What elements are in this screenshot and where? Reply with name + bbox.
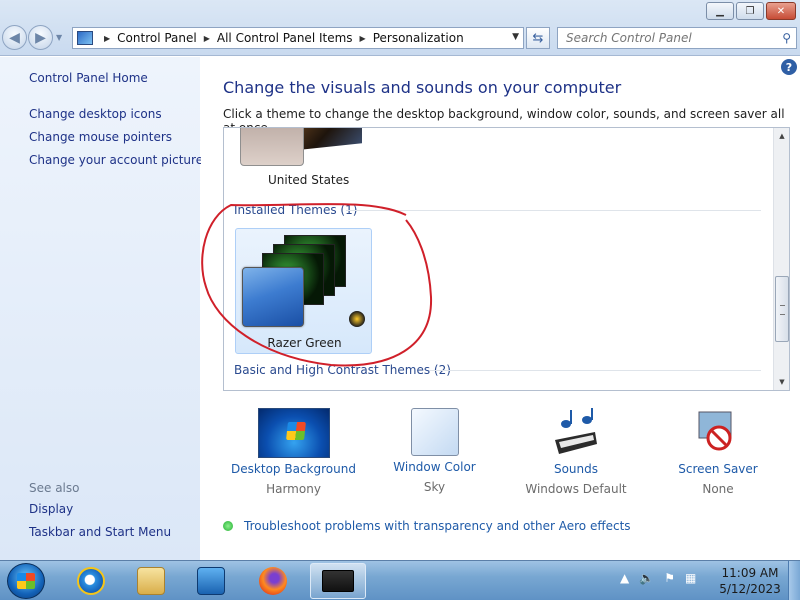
crumb-separator-icon[interactable]: ▶ [360, 34, 366, 43]
sounds-value: Windows Default [525, 482, 627, 496]
group-divider [429, 370, 761, 371]
theme-name-united-states[interactable]: United States [268, 173, 349, 187]
theme-preview-color-swatch [242, 267, 304, 327]
network-icon[interactable]: ▦ [685, 571, 696, 585]
razer-logo-icon [349, 311, 365, 327]
breadcrumb-all-items[interactable]: All Control Panel Items [217, 31, 353, 45]
folder-icon [137, 567, 165, 595]
taskbar-start-menu-link[interactable]: Taskbar and Start Menu [29, 525, 171, 539]
troubleshoot-text[interactable]: Troubleshoot problems with transparency … [244, 519, 631, 533]
firefox-icon [259, 567, 287, 595]
history-dropdown-icon[interactable]: ▼ [56, 33, 62, 42]
address-dropdown-icon[interactable]: ▼ [512, 32, 519, 42]
breadcrumb-control-panel[interactable]: Control Panel [117, 31, 197, 45]
theme-item-razer-green[interactable]: Razer Green [235, 228, 372, 354]
media-player-icon [197, 567, 225, 595]
installed-themes-group-label: Installed Themes (1) [234, 203, 358, 217]
crumb-separator-icon[interactable]: ▶ [104, 34, 110, 43]
window-color-value: Sky [423, 480, 446, 494]
explorer-taskbar-button[interactable] [126, 563, 176, 599]
volume-icon[interactable]: 🔈 [639, 571, 654, 585]
scrollbar-thumb[interactable] [775, 276, 789, 342]
status-dot-icon [223, 521, 233, 531]
screen-saver-item[interactable]: Screen Saver None [673, 408, 763, 496]
page-title: Change the visuals and sounds on your co… [223, 78, 622, 97]
change-desktop-icons-link[interactable]: Change desktop icons [29, 107, 162, 121]
window-color-item[interactable]: Window Color Sky [387, 408, 482, 494]
display-link[interactable]: Display [29, 502, 73, 516]
control-panel-home-link[interactable]: Control Panel Home [29, 71, 148, 85]
desktop-background-item[interactable]: Desktop Background Harmony [231, 408, 356, 496]
theme-name: Razer Green [267, 336, 342, 350]
control-panel-icon [77, 31, 93, 45]
crumb-separator-icon[interactable]: ▶ [204, 34, 210, 43]
maximize-button[interactable]: ❐ [736, 2, 764, 20]
back-button[interactable]: ◀ [2, 25, 27, 50]
close-button[interactable]: ✕ [766, 2, 796, 20]
basic-themes-group-label: Basic and High Contrast Themes (2) [234, 363, 451, 377]
desktop-background-thumbnail[interactable] [257, 408, 330, 458]
firefox-taskbar-button[interactable] [248, 563, 298, 599]
change-mouse-pointers-link[interactable]: Change mouse pointers [29, 130, 172, 144]
start-button[interactable] [7, 563, 45, 599]
window-controls: ▁ ❐ ✕ [706, 2, 796, 20]
control-panel-icon [322, 570, 354, 592]
theme-list-scrollbar[interactable]: ▲ ▼ [773, 128, 789, 390]
internet-explorer-taskbar-button[interactable] [66, 563, 116, 599]
flag-icon[interactable]: ⚑ [664, 571, 675, 585]
sounds-link[interactable]: Sounds [521, 462, 631, 476]
theme-thumbnail-united-states[interactable] [240, 128, 304, 166]
search-icon[interactable]: ⚲ [782, 31, 791, 45]
scroll-up-icon[interactable]: ▲ [774, 128, 789, 144]
left-navigation-pane: Control Panel Home Change desktop icons … [0, 57, 203, 560]
theme-list[interactable]: United States Installed Themes (1) Razer… [223, 127, 790, 391]
screen-saver-link[interactable]: Screen Saver [673, 462, 763, 476]
search-box[interactable]: ⚲ [557, 27, 797, 49]
media-player-taskbar-button[interactable] [186, 563, 236, 599]
minimize-button[interactable]: ▁ [706, 2, 734, 20]
internet-explorer-icon [77, 567, 105, 595]
refresh-button[interactable]: ⇆ [526, 27, 550, 49]
windows-logo-icon [17, 573, 35, 589]
troubleshoot-aero-link[interactable]: Troubleshoot problems with transparency … [223, 519, 631, 533]
nav-buttons: ◀ ▶ ▼ [2, 25, 62, 50]
window-color-link[interactable]: Window Color [387, 460, 482, 474]
window-color-swatch[interactable] [410, 408, 459, 456]
clock-time: 11:09 AM [721, 566, 779, 580]
address-bar[interactable]: ▶ Control Panel ▶ All Control Panel Item… [72, 27, 524, 49]
window-titlebar: ▁ ❐ ✕ ◀ ▶ ▼ ▶ Control Panel ▶ All Contro… [0, 0, 800, 56]
scroll-down-icon[interactable]: ▼ [774, 374, 789, 390]
desktop-background-value: Harmony [266, 482, 321, 496]
main-content: ? Change the visuals and sounds on your … [201, 57, 800, 560]
see-also-label: See also [29, 481, 80, 495]
show-desktop-button[interactable] [788, 561, 800, 600]
screen-saver-icon[interactable] [693, 408, 743, 458]
chevron-up-icon[interactable]: ▲ [620, 571, 629, 585]
forward-button[interactable]: ▶ [28, 25, 53, 50]
windows-logo-icon [285, 422, 306, 440]
clock[interactable]: 11:09 AM 5/12/2023 [715, 565, 785, 597]
sounds-icon[interactable] [551, 408, 601, 458]
clock-date: 5/12/2023 [719, 582, 781, 596]
breadcrumb-personalization[interactable]: Personalization [373, 31, 464, 45]
search-input[interactable] [566, 31, 776, 45]
system-tray: ▲ 🔈 ⚑ ▦ [620, 571, 696, 585]
desktop-background-link[interactable]: Desktop Background [231, 462, 356, 476]
help-icon[interactable]: ? [781, 59, 797, 75]
group-divider [346, 210, 761, 211]
screen-saver-value: None [702, 482, 734, 496]
change-account-picture-link[interactable]: Change your account picture [29, 153, 203, 167]
personalization-taskbar-button[interactable] [310, 563, 366, 599]
sounds-item[interactable]: Sounds Windows Default [521, 408, 631, 496]
taskbar: ▲ 🔈 ⚑ ▦ 11:09 AM 5/12/2023 [0, 560, 800, 600]
